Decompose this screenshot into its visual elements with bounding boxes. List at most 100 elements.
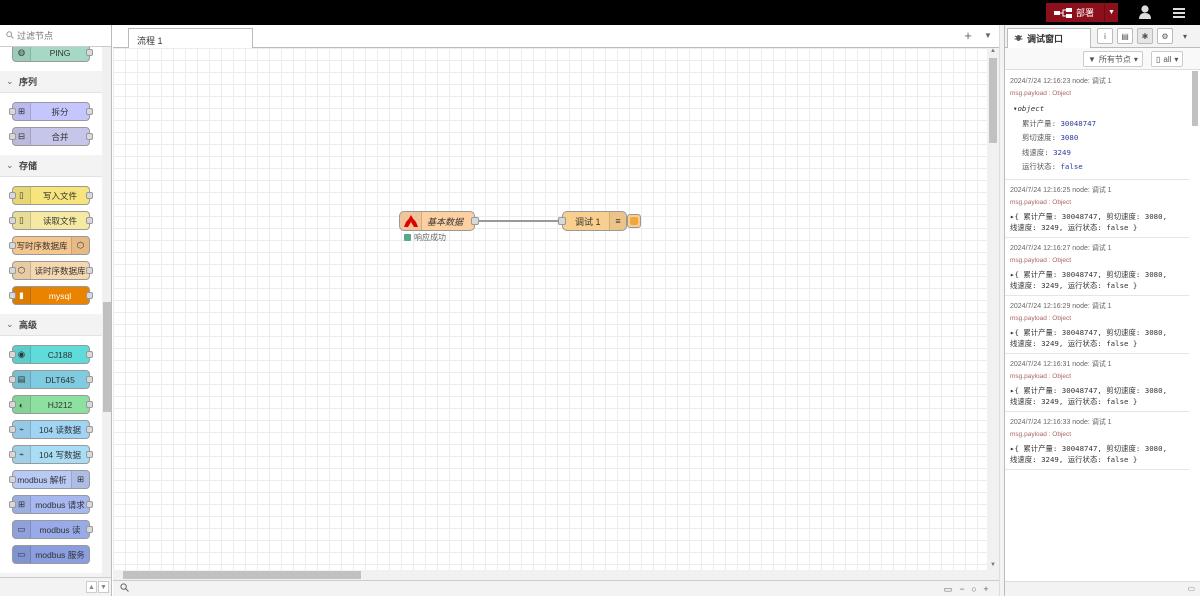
message-payload[interactable]: ▸{ 累计产量: 30048747, 剪切速度: 3080, 线速度: 3249,… <box>1010 443 1189 465</box>
input-port[interactable] <box>9 267 16 274</box>
debug-message[interactable]: 2024/7/24 12:16:27 node: 调试 1 msg.payloa… <box>1005 238 1189 296</box>
debug-message[interactable]: 2024/7/24 12:16:29 node: 调试 1 msg.payloa… <box>1005 296 1189 354</box>
palette-scrollbar[interactable] <box>102 47 111 577</box>
config-gear-icon[interactable]: ⚙ <box>1157 28 1173 44</box>
filter-nodes-button[interactable]: ▼ 所有节点 ▾ <box>1083 51 1143 67</box>
output-port[interactable] <box>471 217 479 225</box>
output-port[interactable] <box>86 217 93 224</box>
category-header-storage[interactable]: ⌄ 存储 <box>0 155 102 177</box>
input-port[interactable] <box>9 292 16 299</box>
debug-message[interactable]: 2024/7/24 12:16:23 node: 调试 1 msg.payloa… <box>1005 71 1189 180</box>
palette-node-split[interactable]: ⊞ 拆分 <box>9 102 93 121</box>
palette-node-dlt645[interactable]: ▤ DLT645 <box>9 370 93 389</box>
palette-node-read-file[interactable]: ▯ 读取文件 <box>9 211 93 230</box>
object-node[interactable]: ▾object <box>1010 102 1189 117</box>
add-flow-icon[interactable]: + <box>961 29 975 43</box>
help-book-icon[interactable]: ▤ <box>1117 28 1133 44</box>
input-port[interactable] <box>9 351 16 358</box>
zoom-out-icon[interactable]: − <box>956 583 968 595</box>
debug-message[interactable]: 2024/7/24 12:16:31 node: 调试 1 msg.payloa… <box>1005 354 1189 412</box>
output-port[interactable] <box>86 401 93 408</box>
object-tree[interactable]: ▾object 累计产量: 30048747 剪切速度: 3080 线速度: 3… <box>1010 102 1189 175</box>
canvas-horizontal-scrollbar[interactable] <box>113 570 999 580</box>
flow-node-debug-1[interactable]: 调试 1 ≡ <box>558 211 627 231</box>
canvas-vscroll-thumb[interactable] <box>989 58 997 143</box>
palette-node-modbus-request[interactable]: ⊞ modbus 请求 <box>9 495 93 514</box>
open-window-icon[interactable]: ▭ <box>1187 584 1195 593</box>
scroll-up-icon[interactable]: ▲ <box>989 48 997 56</box>
palette-node-write-file[interactable]: ▯ 写入文件 <box>9 186 93 205</box>
expand-all-icon[interactable]: ▼ <box>98 581 109 593</box>
palette-node-104-write[interactable]: ⌁ 104 写数据 <box>9 445 93 464</box>
input-port[interactable] <box>9 192 16 199</box>
flow-node-basic-data[interactable]: 基本数据 <box>399 211 479 231</box>
palette-search-input[interactable] <box>17 30 107 41</box>
main-menu-icon[interactable] <box>1170 4 1188 21</box>
palette-node-modbus-read[interactable]: ▭ modbus 读 <box>12 520 93 539</box>
clear-debug-button[interactable]: ▯ all ▾ <box>1151 51 1184 67</box>
output-port[interactable] <box>86 133 93 140</box>
palette-node-hj212[interactable]: ◐ HJ212 <box>9 395 93 414</box>
scroll-down-icon[interactable]: ▼ <box>989 562 997 570</box>
palette-node-mysql[interactable]: ▮ mysql <box>9 286 93 305</box>
info-icon[interactable]: i <box>1097 28 1113 44</box>
tab-debug[interactable]: 调试窗口 <box>1007 28 1091 49</box>
input-port[interactable] <box>9 217 16 224</box>
output-port[interactable] <box>86 49 93 56</box>
zoom-in-icon[interactable]: + <box>980 583 992 595</box>
input-port[interactable] <box>9 133 16 140</box>
output-port[interactable] <box>86 351 93 358</box>
palette-node-join[interactable]: ⊟ 合并 <box>9 127 93 146</box>
message-payload[interactable]: ▸{ 累计产量: 30048747, 剪切速度: 3080, 线速度: 3249,… <box>1010 327 1189 349</box>
output-port[interactable] <box>86 267 93 274</box>
input-port[interactable] <box>9 401 16 408</box>
palette-node-modbus-parse[interactable]: modbus 解析 ⊞ <box>9 470 90 489</box>
output-port[interactable] <box>86 426 93 433</box>
tab-flow-1[interactable]: 流程 1 <box>128 28 253 49</box>
palette-node-read-tsdb[interactable]: ⬡ 读时序数据库 <box>9 261 93 280</box>
input-port[interactable] <box>9 376 16 383</box>
sidebar-menu-chevron-down-icon[interactable]: ▾ <box>1177 28 1193 44</box>
output-port[interactable] <box>86 292 93 299</box>
message-payload[interactable]: ▸{ 累计产量: 30048747, 剪切速度: 3080, 线速度: 3249,… <box>1010 269 1189 291</box>
output-port[interactable] <box>86 108 93 115</box>
input-port[interactable] <box>9 426 16 433</box>
palette-search[interactable] <box>0 25 111 47</box>
flow-canvas[interactable]: 基本数据 响应成功 调试 1 ≡ <box>113 48 987 570</box>
debug-message[interactable]: 2024/7/24 12:16:25 node: 调试 1 msg.payloa… <box>1005 180 1189 238</box>
input-port[interactable] <box>558 217 566 225</box>
category-header-sequence[interactable]: ⌄ 序列 <box>0 71 102 93</box>
output-port[interactable] <box>86 192 93 199</box>
canvas-vertical-scrollbar[interactable]: ▲ ▼ <box>987 48 999 570</box>
category-header-advanced[interactable]: ⌄ 高级 <box>0 314 102 336</box>
navigator-icon[interactable]: ▭ <box>942 583 954 595</box>
input-port[interactable] <box>9 501 16 508</box>
palette-node-104-read[interactable]: ⌁ 104 读数据 <box>9 420 93 439</box>
output-port[interactable] <box>86 526 93 533</box>
debug-tab-bug-icon[interactable]: ✱ <box>1137 28 1153 44</box>
input-port[interactable] <box>9 476 16 483</box>
palette-scroll-thumb[interactable] <box>103 302 111 412</box>
debug-toggle-button[interactable] <box>627 214 641 228</box>
output-port[interactable] <box>86 501 93 508</box>
input-port[interactable] <box>9 242 16 249</box>
message-payload[interactable]: ▸{ 累计产量: 30048747, 剪切速度: 3080, 线速度: 3249,… <box>1010 385 1189 407</box>
zoom-reset-icon[interactable]: ○ <box>968 583 980 595</box>
debug-scroll-thumb[interactable] <box>1192 71 1198 126</box>
user-icon[interactable] <box>1136 4 1154 21</box>
search-flows-icon[interactable] <box>118 583 130 595</box>
input-port[interactable] <box>9 108 16 115</box>
input-port[interactable] <box>9 451 16 458</box>
debug-message[interactable]: 2024/7/24 12:16:33 node: 调试 1 msg.payloa… <box>1005 412 1189 470</box>
collapse-all-icon[interactable]: ▲ <box>86 581 97 593</box>
canvas-hscroll-thumb[interactable] <box>123 571 361 579</box>
tab-list-chevron-down-icon[interactable]: ▼ <box>981 29 995 43</box>
output-port[interactable] <box>86 376 93 383</box>
debug-scrollbar[interactable] <box>1189 71 1200 581</box>
message-payload[interactable]: ▸{ 累计产量: 30048747, 剪切速度: 3080, 线速度: 3249,… <box>1010 211 1189 233</box>
palette-node-modbus-server[interactable]: ▭ modbus 服务 <box>12 545 90 564</box>
palette-node-cj188[interactable]: ◉ CJ188 <box>9 345 93 364</box>
palette-node-ping[interactable]: ◍ PING <box>12 47 93 62</box>
deploy-menu-caret-icon[interactable]: ▼ <box>1104 3 1118 22</box>
palette-node-write-tsdb[interactable]: 写时序数据库 ⬡ <box>9 236 90 255</box>
